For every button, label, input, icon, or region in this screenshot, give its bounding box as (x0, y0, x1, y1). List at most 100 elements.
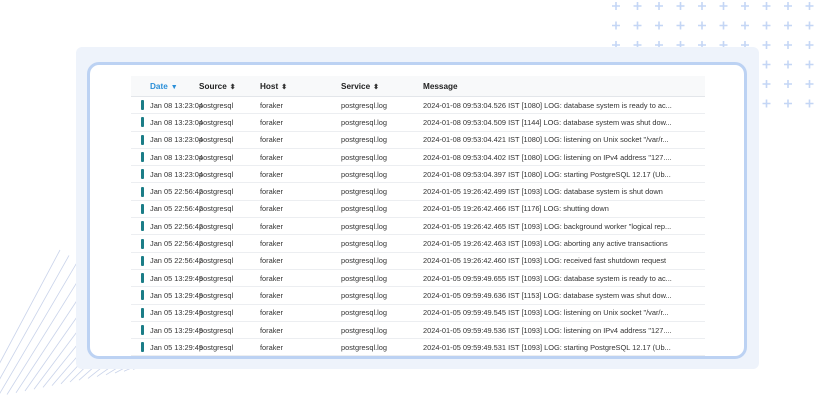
plus-mark (698, 2, 706, 10)
table-row[interactable]: Jan 05 22:56:42 postgresql foraker postgres… (131, 183, 705, 201)
plus-mark (719, 21, 728, 30)
column-header-host[interactable]: Host ⬍ (260, 82, 341, 91)
table-row[interactable]: Jan 05 13:29:49 postgresql foraker postgres… (131, 305, 705, 322)
table-row[interactable]: Jan 05 13:29:49 postgresql foraker postgres… (131, 287, 705, 305)
date-cell: Jan 08 13:23:04 (131, 169, 203, 180)
table-row[interactable]: Jan 08 13:23:04 postgresql foraker postgres… (131, 114, 705, 132)
sort-icon: ⬍ (373, 83, 380, 91)
table-row[interactable]: Jan 08 13:23:04 postgresql foraker postgres… (131, 149, 705, 167)
service-cell: postgresql.log (341, 135, 388, 145)
date-text: Jan 05 22:56:42 (150, 221, 204, 231)
message-cell: 2024-01-08 09:53:04.526 IST [1080] LOG: … (423, 100, 672, 110)
message-cell: 2024-01-05 19:26:42.499 IST [1093] LOG: … (423, 187, 663, 197)
source-cell: postgresql (199, 135, 234, 145)
plus-mark (676, 21, 685, 30)
column-header-service[interactable]: Service ⬍ (341, 82, 423, 91)
date-cell: Jan 05 13:29:49 (131, 307, 203, 318)
message-cell: 2024-01-05 09:59:49.531 IST [1093] LOG: … (423, 342, 671, 352)
host-cell: foraker (260, 325, 284, 335)
date-cell: Jan 05 13:29:49 (131, 290, 203, 301)
table-row[interactable]: Jan 08 13:23:04 postgresql foraker postgres… (131, 132, 705, 149)
plus-mark (805, 41, 814, 49)
date-cell: Jan 05 22:56:42 (131, 203, 203, 214)
row-status-marker (141, 307, 144, 318)
column-label: Service (341, 81, 371, 91)
column-label: Date (150, 81, 168, 91)
date-text: Jan 08 13:23:04 (150, 135, 204, 145)
row-status-marker (141, 169, 144, 180)
plus-mark (762, 60, 771, 69)
row-status-marker (141, 203, 144, 214)
host-cell: foraker (260, 100, 284, 110)
sort-icon: ⬍ (229, 83, 236, 91)
plus-mark (676, 2, 685, 10)
service-cell: postgresql.log (341, 308, 388, 318)
source-cell: postgresql (199, 204, 234, 214)
plus-mark (633, 21, 642, 30)
message-cell: 2024-01-05 09:59:49.536 IST [1093] LOG: … (423, 325, 672, 335)
table-row[interactable]: Jan 05 22:56:42 postgresql foraker postgres… (131, 253, 705, 270)
host-cell: foraker (260, 273, 284, 283)
column-header-message: Message (423, 82, 705, 91)
column-label: Host (260, 81, 279, 91)
table-row[interactable]: Jan 05 22:56:42 postgresql foraker postgres… (131, 201, 705, 219)
plus-mark (762, 21, 771, 30)
message-cell: 2024-01-05 19:26:42.460 IST [1093] LOG: … (423, 256, 667, 266)
date-text: Jan 08 13:23:04 (150, 117, 204, 127)
column-header-date[interactable]: Date ▼ (131, 82, 199, 91)
service-cell: postgresql.log (341, 187, 388, 197)
source-cell: postgresql (199, 152, 234, 162)
date-text: Jan 05 13:29:49 (150, 342, 204, 352)
sort-icon: ⬍ (281, 83, 288, 91)
column-header-source[interactable]: Source ⬍ (199, 82, 260, 91)
host-cell: foraker (260, 117, 284, 127)
plus-mark (762, 99, 771, 108)
service-cell: postgresql.log (341, 342, 388, 352)
source-cell: postgresql (199, 100, 234, 110)
row-status-marker (141, 238, 144, 249)
table-row[interactable]: Jan 05 13:29:49 postgresql foraker postgres… (131, 339, 705, 357)
source-cell: postgresql (199, 308, 234, 318)
service-cell: postgresql.log (341, 239, 388, 249)
plus-mark (633, 2, 642, 10)
message-cell: 2024-01-08 09:53:04.509 IST [1144] LOG: … (423, 117, 672, 127)
service-cell: postgresql.log (341, 152, 388, 162)
table-row[interactable]: Jan 05 13:29:49 postgresql foraker postgres… (131, 270, 705, 288)
plus-mark (762, 80, 771, 88)
table-row[interactable]: Jan 08 13:23:04 postgresql foraker postgres… (131, 166, 705, 184)
log-table: Date ▼ Source ⬍ Host ⬍ Service ⬍ Message Jan… (131, 76, 705, 357)
date-text: Jan 05 22:56:42 (150, 187, 204, 197)
date-text: Jan 05 22:56:42 (150, 204, 204, 214)
date-cell: Jan 08 13:23:04 (131, 134, 203, 145)
plus-mark (719, 2, 728, 10)
row-status-marker (141, 134, 144, 145)
source-cell: postgresql (199, 239, 234, 249)
service-cell: postgresql.log (341, 273, 388, 283)
source-cell: postgresql (199, 221, 234, 231)
table-row[interactable]: Jan 05 13:29:49 postgresql foraker postgres… (131, 322, 705, 340)
row-status-marker (141, 117, 144, 128)
date-cell: Jan 08 13:23:04 (131, 152, 203, 163)
plus-mark (784, 60, 792, 69)
table-row[interactable]: Jan 05 22:56:42 postgresql foraker postgres… (131, 235, 705, 253)
plus-mark (698, 21, 706, 30)
plus-mark (805, 2, 814, 10)
source-cell: postgresql (199, 325, 234, 335)
date-text: Jan 08 13:23:04 (150, 152, 204, 162)
date-text: Jan 05 13:29:49 (150, 273, 204, 283)
table-row[interactable]: Jan 08 13:23:04 postgresql foraker postgres… (131, 97, 705, 115)
host-cell: foraker (260, 169, 284, 179)
date-text: Jan 05 22:56:42 (150, 239, 204, 249)
table-row[interactable]: Jan 05 22:56:42 postgresql foraker postgres… (131, 218, 705, 236)
date-cell: Jan 05 22:56:42 (131, 255, 203, 266)
date-cell: Jan 08 13:23:04 (131, 117, 203, 128)
plus-mark (741, 21, 749, 30)
plus-mark (655, 21, 663, 30)
column-label: Message (423, 81, 458, 91)
host-cell: foraker (260, 135, 284, 145)
row-status-marker (141, 255, 144, 266)
plus-mark (805, 80, 814, 88)
message-cell: 2024-01-05 19:26:42.465 IST [1093] LOG: … (423, 221, 672, 231)
message-cell: 2024-01-05 09:59:49.655 IST [1093] LOG: … (423, 273, 672, 283)
plus-mark (784, 80, 792, 88)
